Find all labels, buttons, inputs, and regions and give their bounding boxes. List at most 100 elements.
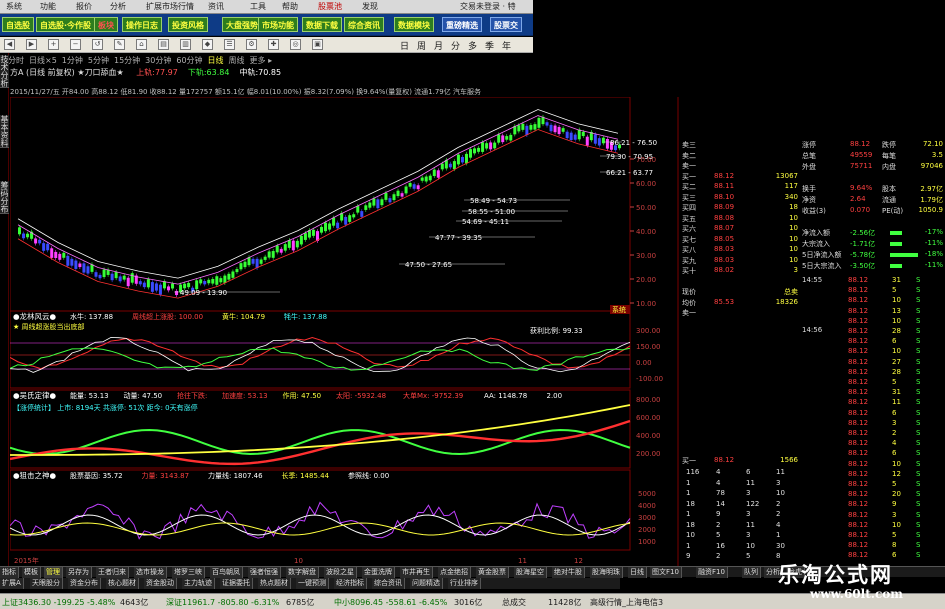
indicator-tab-19[interactable]: 图文F10 xyxy=(650,567,682,578)
nav-tool-icon[interactable]: ◀ xyxy=(4,39,15,50)
toolbar-button-7[interactable]: 数据下载 xyxy=(302,17,342,32)
side-tab-1[interactable]: 基本资料 xyxy=(0,115,9,148)
indicator-tab-12[interactable]: 市井再生 xyxy=(400,567,433,578)
toolbar-button-8[interactable]: 综合资讯 xyxy=(344,17,384,32)
menu-item-4[interactable]: 扩展市场行情 xyxy=(146,1,194,12)
indicator-tab-20[interactable]: 融资F10 xyxy=(696,567,728,578)
side-tab-2[interactable]: 筹码分布 xyxy=(0,181,9,214)
ob-price: 88.08 xyxy=(714,213,735,222)
period-tab-2[interactable]: 1分钟 xyxy=(62,56,83,65)
menu-item-5[interactable]: 资讯 xyxy=(208,1,224,12)
ind1-field: 牦牛: 137.88 xyxy=(284,312,327,321)
tick-volume: 5 xyxy=(892,531,897,539)
nav-tool-icon[interactable]: ✚ xyxy=(268,39,279,50)
menu-item-3[interactable]: 分析 xyxy=(110,1,126,12)
extension-tab-1[interactable]: 天眼股分 xyxy=(30,578,63,589)
menu-item-0[interactable]: 系统 xyxy=(6,1,22,12)
nav-tool-icon[interactable]: ▶ xyxy=(26,39,37,50)
menu-item-7[interactable]: 帮助 xyxy=(282,1,298,12)
toolbar-button-3[interactable]: 操作日志 xyxy=(122,17,162,32)
extension-tab-5[interactable]: 主力轨迹 xyxy=(182,578,215,589)
nav-tool-icon[interactable]: ▣ xyxy=(312,39,323,50)
nav-period-1[interactable]: 周 xyxy=(417,39,426,52)
nav-tool-icon[interactable]: ◎ xyxy=(290,39,301,50)
extension-tab-4[interactable]: 资金股动 xyxy=(144,578,177,589)
indicator-tab-16[interactable]: 绝对牛股 xyxy=(552,567,585,578)
stats-value: -3.50亿 xyxy=(850,262,876,270)
period-tab-6[interactable]: 60分钟 xyxy=(176,56,202,65)
nav-tool-icon[interactable]: + xyxy=(48,39,59,50)
nav-period-5[interactable]: 季 xyxy=(485,39,494,52)
indicator-tab-7[interactable]: 百鸟朝凤 xyxy=(210,567,243,578)
trade-ticks-panel[interactable]: 14:55 14:56 88.12 31 S 88.12 5 S 88.12 10 S 88.12 13… xyxy=(800,276,945,566)
indicator-tab-8[interactable]: 强者恒强 xyxy=(248,567,281,578)
nav-tool-icon[interactable]: − xyxy=(70,39,81,50)
nav-period-4[interactable]: 多 xyxy=(468,39,477,52)
nav-period-6[interactable]: 年 xyxy=(502,39,511,52)
menu-item-2[interactable]: 报价 xyxy=(76,1,92,12)
nav-tool-icon[interactable]: ☰ xyxy=(224,39,235,50)
toolbar-button-11[interactable]: 股票交 xyxy=(490,17,522,32)
toolbar-button-4[interactable]: 投资风格 xyxy=(168,17,208,32)
period-tab-1[interactable]: 日线×5 xyxy=(29,56,57,65)
indicator-tab-11[interactable]: 金蛋洗牌 xyxy=(362,567,395,578)
indicator-tab-1[interactable]: 模板 xyxy=(22,567,41,578)
period-tab-7[interactable]: 日线 xyxy=(208,56,224,65)
menu-item-1[interactable]: 功能 xyxy=(40,1,56,12)
indicator-tab-14[interactable]: 黄金股票 xyxy=(476,567,509,578)
indicator-tab-13[interactable]: 点金绝招 xyxy=(438,567,471,578)
extension-tab-2[interactable]: 资金分布 xyxy=(68,578,101,589)
period-tab-5[interactable]: 30分钟 xyxy=(145,56,171,65)
main-chart-canvas[interactable]: 70.0060.0050.0040.0030.0020.0010.0049.09… xyxy=(10,97,680,566)
toolbar-button-9[interactable]: 数据模块 xyxy=(394,17,434,32)
menu-item-6[interactable]: 工具 xyxy=(250,1,266,12)
extension-tab-11[interactable]: 问题精选 xyxy=(410,578,443,589)
period-tab-9[interactable]: 更多 ▸ xyxy=(250,56,273,65)
side-tab-0[interactable]: 技术分析 xyxy=(0,55,9,88)
indicator-tab-0[interactable]: 指标 xyxy=(0,567,19,578)
indicator-tab-15[interactable]: 股海星空 xyxy=(514,567,547,578)
indicator-tab-3[interactable]: 另存为 xyxy=(66,567,92,578)
period-tab-4[interactable]: 15分钟 xyxy=(114,56,140,65)
toolbar-button-2[interactable]: 板块 xyxy=(94,17,118,32)
indicator-tab-18[interactable]: 日线 xyxy=(628,567,647,578)
tick-row: 88.12 3 S xyxy=(800,419,945,429)
nav-tool-icon[interactable]: ✎ xyxy=(114,39,125,50)
toolbar-button-5[interactable]: 大盘强势 xyxy=(222,17,262,32)
indicator-tab-9[interactable]: 数字解盘 xyxy=(286,567,319,578)
extension-tab-3[interactable]: 核心题材 xyxy=(106,578,139,589)
nav-tool-icon[interactable]: ▥ xyxy=(180,39,191,50)
extension-tab-8[interactable]: 一键预测 xyxy=(296,578,329,589)
nav-period-3[interactable]: 分 xyxy=(451,39,460,52)
period-tab-8[interactable]: 周线 xyxy=(229,56,245,65)
indicator-tab-4[interactable]: 王者归来 xyxy=(96,567,129,578)
extension-tab-9[interactable]: 经济指标 xyxy=(334,578,367,589)
indicator-tab-17[interactable]: 股海明珠 xyxy=(590,567,623,578)
nav-tool-icon[interactable]: ↺ xyxy=(92,39,103,50)
nav-tool-icon[interactable]: ▤ xyxy=(158,39,169,50)
nav-tool-icon[interactable]: ⚙ xyxy=(246,39,257,50)
indicator-tab-5[interactable]: 选市操龙 xyxy=(134,567,167,578)
extension-tab-7[interactable]: 热点题材 xyxy=(258,578,291,589)
period-tab-0[interactable]: 分时 xyxy=(8,56,24,65)
toolbar-button-0[interactable]: 自选股 xyxy=(2,17,34,32)
nav-period-0[interactable]: 日 xyxy=(400,39,409,52)
menu-item-9[interactable]: 发现 xyxy=(362,1,378,12)
menu-item-8[interactable]: 股票池 xyxy=(318,1,342,12)
toolbar-button-1[interactable]: 自选股·今作股 xyxy=(36,17,96,32)
extension-tab-6[interactable]: 证据委托 xyxy=(220,578,253,589)
indicator-tab-2[interactable]: 管理 xyxy=(44,567,63,578)
nav-period-2[interactable]: 月 xyxy=(434,39,443,52)
indicator-tab-10[interactable]: 波段之星 xyxy=(324,567,357,578)
indicator-tab-21[interactable]: 队列 xyxy=(742,567,761,578)
period-tab-3[interactable]: 5分钟 xyxy=(88,56,109,65)
nav-tool-icon[interactable]: ⌂ xyxy=(136,39,147,50)
td-cell: 11 xyxy=(776,468,785,476)
toolbar-button-10[interactable]: 重磅精选 xyxy=(442,17,482,32)
extension-tab-12[interactable]: 行业排序 xyxy=(448,578,481,589)
extension-tab-10[interactable]: 综合资讯 xyxy=(372,578,405,589)
toolbar-button-6[interactable]: 市场功能 xyxy=(258,17,298,32)
indicator-tab-6[interactable]: 塔罗三峡 xyxy=(172,567,205,578)
nav-tool-icon[interactable]: ◆ xyxy=(202,39,213,50)
extension-tab-0[interactable]: 扩展A xyxy=(0,578,24,589)
